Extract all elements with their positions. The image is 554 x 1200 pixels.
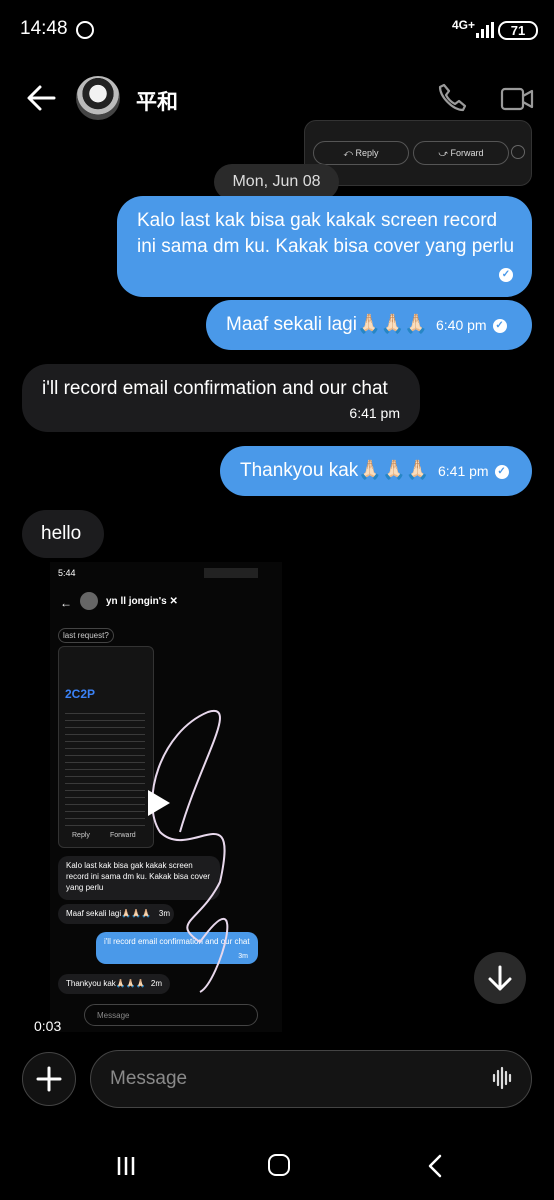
message-outgoing[interactable]: Kalo last kak bisa gak kakak screen reco… [117, 196, 532, 297]
message-text: Maaf sekali lagi🙏🏻🙏🏻🙏🏻 [226, 314, 428, 335]
message-time: 6:41 pm [349, 405, 400, 421]
plus-icon [36, 1066, 62, 1092]
message-incoming[interactable]: i'll record email confirmation and our c… [22, 364, 420, 432]
back-arrow-icon[interactable] [26, 84, 56, 112]
message-placeholder: Message [110, 1068, 188, 1089]
play-icon[interactable] [148, 790, 170, 816]
battery-level: 71 [510, 23, 526, 38]
battery-icon: 71 [498, 21, 538, 40]
add-attachment-button[interactable] [22, 1052, 76, 1106]
whatsapp-icon [76, 21, 94, 39]
message-incoming[interactable]: hello [22, 510, 104, 558]
scroll-down-button[interactable] [474, 952, 526, 1004]
message-outgoing[interactable]: Maaf sekali lagi🙏🏻🙏🏻🙏🏻 6:40 pm ✓ [206, 300, 532, 350]
reply-button[interactable]: ⤺ Reply [313, 141, 409, 165]
signal-icon [476, 22, 494, 38]
message-outgoing[interactable]: Thankyou kak🙏🏻🙏🏻🙏🏻 6:41 pm ✓ [220, 446, 532, 496]
network-type: 4G+ [452, 18, 476, 32]
reply-label: Reply [355, 148, 379, 158]
emoji-icon[interactable] [511, 145, 525, 159]
forward-label: Forward [450, 148, 484, 158]
message-text: Kalo last kak bisa gak kakak screen reco… [137, 210, 515, 257]
home-icon[interactable] [268, 1154, 290, 1176]
avatar[interactable] [76, 76, 120, 120]
message-time: 6:41 pm [438, 463, 489, 479]
video-call-icon[interactable] [500, 86, 534, 112]
read-check-icon: ✓ [499, 268, 513, 282]
message-text: Thankyou kak🙏🏻🙏🏻🙏🏻 [240, 460, 430, 481]
voice-message-icon[interactable] [492, 1066, 514, 1090]
message-time: 6:40 pm [436, 317, 487, 333]
contact-name[interactable]: 平和 [136, 86, 178, 116]
read-check-icon: ✓ [494, 465, 509, 480]
recent-apps-icon[interactable] [116, 1156, 136, 1176]
status-time: 14:48 [20, 18, 68, 39]
arrow-down-icon [488, 965, 512, 991]
message-text: hello [41, 523, 82, 544]
nav-back-icon[interactable] [426, 1154, 444, 1178]
date-separator: Mon, Jun 08 [214, 164, 339, 200]
forward-button[interactable]: ⤻ Forward [413, 141, 509, 165]
video-duration: 0:03 [34, 1018, 62, 1034]
read-check-icon: ✓ [492, 319, 507, 334]
message-text: i'll record email confirmation and our c… [42, 378, 388, 399]
phone-icon[interactable] [436, 82, 468, 114]
